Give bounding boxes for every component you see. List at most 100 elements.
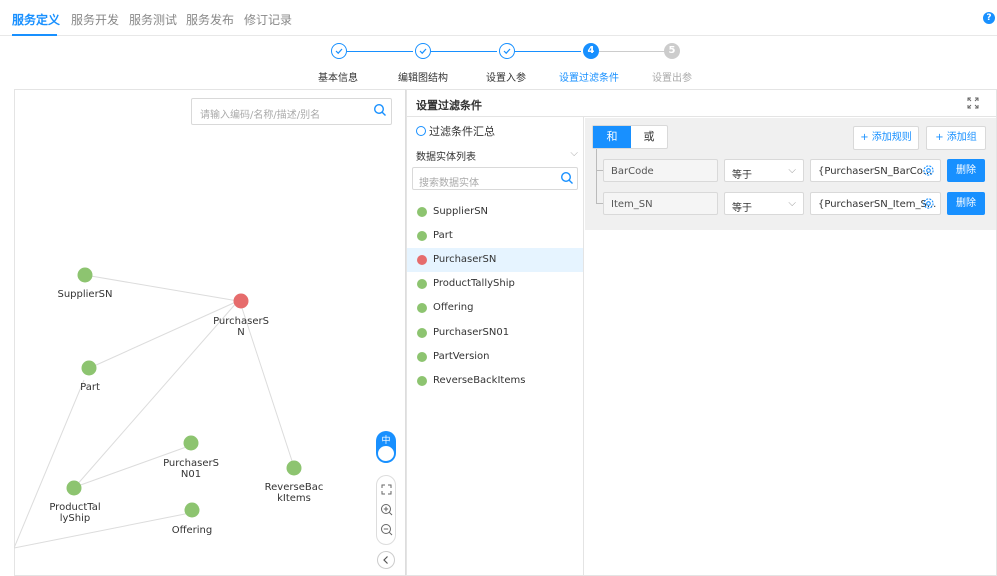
entity-item[interactable]: Part xyxy=(407,224,583,248)
logic-and-button[interactable]: 和 xyxy=(593,126,631,148)
graph-node-purchasersn[interactable] xyxy=(233,293,249,309)
graph-node-purchasersn01[interactable] xyxy=(183,435,199,451)
logic-or-button[interactable]: 或 xyxy=(631,126,667,148)
rule-field-input[interactable]: Item_SN xyxy=(603,192,718,215)
entity-item[interactable]: SupplierSN xyxy=(407,200,583,224)
entity-status-dot xyxy=(417,231,427,241)
step-5-circle[interactable]: 5 xyxy=(664,43,680,59)
tab-service-definition[interactable]: 服务定义 xyxy=(12,11,60,28)
step-1-check-icon[interactable] xyxy=(331,43,347,59)
entity-search-input[interactable]: 搜索数据实体 xyxy=(412,167,578,190)
rule-value-input[interactable]: {PurchaserSN_BarCo... xyxy=(810,159,941,182)
entity-status-dot xyxy=(417,279,427,289)
step-4-label: 设置过滤条件 xyxy=(559,73,619,84)
step-connector xyxy=(347,51,413,52)
step-2-check-icon[interactable] xyxy=(415,43,431,59)
entity-name: Part xyxy=(433,230,453,241)
filter-panel-header xyxy=(406,89,997,117)
step-3-check-icon[interactable] xyxy=(499,43,515,59)
step-connector xyxy=(431,51,497,52)
graph-node-offering[interactable] xyxy=(184,502,200,518)
zoom-toggle-label: 中 xyxy=(381,436,391,446)
chevron-down-icon: ⌵ xyxy=(570,148,578,159)
fit-view-icon[interactable] xyxy=(380,483,393,496)
add-group-button[interactable]: + 添加组 xyxy=(926,126,986,150)
zoom-out-icon[interactable] xyxy=(380,523,393,536)
step-2-label: 编辑图结构 xyxy=(398,73,448,84)
entity-list-label: 数据实体列表 xyxy=(416,152,476,163)
tab-service-testing[interactable]: 服务测试 xyxy=(129,11,177,28)
entity-name: ReverseBackItems xyxy=(433,375,526,386)
step-3-label: 设置入参 xyxy=(486,73,526,84)
tab-service-development[interactable]: 服务开发 xyxy=(71,11,119,28)
rule-field-input[interactable]: BarCode xyxy=(603,159,718,182)
summary-label: 过滤条件汇总 xyxy=(429,125,495,138)
entity-name: PurchaserSN01 xyxy=(433,327,510,338)
graph-toolbar xyxy=(376,475,396,545)
graph-node-reversebackitems[interactable] xyxy=(286,460,302,476)
chevron-down-icon: ⌵ xyxy=(788,165,796,176)
graph-node-suppliersn[interactable] xyxy=(77,267,93,283)
graph-search-placeholder: 请输入编码/名称/描述/别名 xyxy=(200,110,321,121)
rule-value-input[interactable]: {PurchaserSN_Item_S... xyxy=(810,192,941,215)
zoom-in-icon[interactable] xyxy=(380,503,393,516)
node-label-purchasersn01: PurchaserS N01 xyxy=(163,458,219,480)
step-connector xyxy=(515,51,581,52)
step-1-label: 基本信息 xyxy=(318,73,358,84)
graph-node-producttallyship[interactable] xyxy=(66,480,82,496)
delete-rule-button[interactable]: 删除 xyxy=(947,192,985,215)
entity-name: Offering xyxy=(433,302,474,313)
search-icon[interactable] xyxy=(560,171,574,188)
add-rule-button[interactable]: + 添加规则 xyxy=(853,126,919,150)
zoom-toggle-knob xyxy=(378,446,394,461)
node-label-purchasersn: PurchaserS N xyxy=(213,316,269,338)
entity-status-dot xyxy=(417,255,427,265)
filter-summary-link[interactable]: 过滤条件汇总 xyxy=(416,123,495,139)
tab-revision-history[interactable]: 修订记录 xyxy=(244,11,292,28)
entity-name: PurchaserSN xyxy=(433,254,497,265)
graph-node-part[interactable] xyxy=(81,360,97,376)
entity-status-dot xyxy=(417,352,427,362)
summary-circle-icon xyxy=(416,126,426,136)
gear-icon[interactable] xyxy=(922,197,935,213)
entity-status-dot xyxy=(417,303,427,313)
entity-item[interactable]: PurchaserSN01 xyxy=(407,321,583,345)
step-connector xyxy=(599,51,665,52)
graph-search-input[interactable]: 请输入编码/名称/描述/别名 xyxy=(191,98,392,125)
gear-icon[interactable] xyxy=(922,164,935,180)
entity-search-placeholder: 搜索数据实体 xyxy=(419,178,479,189)
zoom-toggle[interactable]: 中 xyxy=(376,431,396,463)
entity-item[interactable]: ProductTallyShip xyxy=(407,272,583,296)
entity-status-dot xyxy=(417,328,427,338)
search-icon[interactable] xyxy=(373,103,387,120)
collapse-panel-button[interactable] xyxy=(377,551,395,569)
step-progress: 4 5 基本信息 编辑图结构 设置入参 设置过滤条件 设置出参 xyxy=(0,36,997,86)
node-label-suppliersn: SupplierSN xyxy=(57,289,113,300)
expand-icon[interactable] xyxy=(966,96,980,110)
top-nav: 服务定义 服务开发 服务测试 服务发布 修订记录 ? xyxy=(0,0,997,36)
chevron-left-icon xyxy=(383,556,388,564)
entity-item-selected[interactable]: PurchaserSN xyxy=(407,248,583,272)
node-label-offering: Offering xyxy=(171,525,213,536)
step-5-label: 设置出参 xyxy=(652,73,692,84)
rule-operator-select[interactable]: 等于 ⌵ xyxy=(724,192,804,215)
entity-list-dropdown[interactable]: 数据实体列表 ⌵ xyxy=(416,148,578,163)
rule-operator-select[interactable]: 等于 ⌵ xyxy=(724,159,804,182)
entity-item[interactable]: ReverseBackItems xyxy=(407,369,583,393)
rule-group-bracket xyxy=(596,149,603,204)
node-label-part: Part xyxy=(80,382,100,393)
filter-panel-title: 设置过滤条件 xyxy=(416,99,482,112)
tab-service-publish[interactable]: 服务发布 xyxy=(186,11,234,28)
entity-item[interactable]: Offering xyxy=(407,296,583,320)
help-icon[interactable]: ? xyxy=(983,12,995,24)
delete-rule-button[interactable]: 删除 xyxy=(947,159,985,182)
logic-toggle: 和 或 xyxy=(592,125,668,149)
entity-name: PartVersion xyxy=(433,351,490,362)
step-4-circle[interactable]: 4 xyxy=(583,43,599,59)
chevron-down-icon: ⌵ xyxy=(788,198,796,209)
entity-name: SupplierSN xyxy=(433,206,489,217)
entity-item[interactable]: PartVersion xyxy=(407,345,583,369)
entity-name: ProductTallyShip xyxy=(433,278,515,289)
entity-status-dot xyxy=(417,207,427,217)
node-label-reversebackitems: ReverseBac kItems xyxy=(264,482,324,504)
